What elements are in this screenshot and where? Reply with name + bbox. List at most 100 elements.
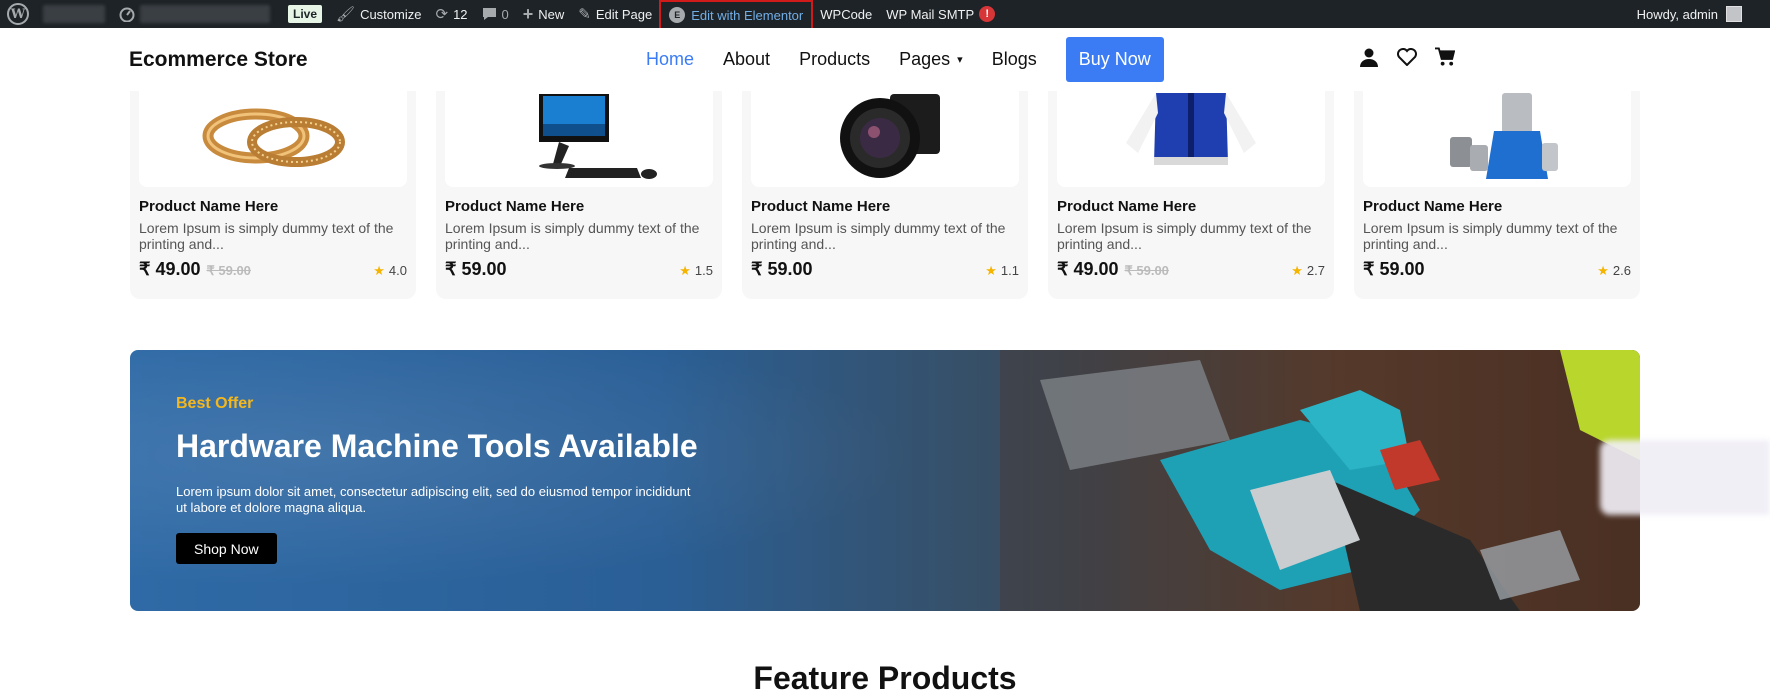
product-price: ₹ 59.00 [1363,259,1425,280]
product-card[interactable]: Product Name Here Lorem Ipsum is simply … [742,91,1028,299]
nav-home[interactable]: Home [646,49,694,70]
nav-blogs[interactable]: Blogs [992,49,1037,70]
product-description: Lorem Ipsum is simply dummy text of the … [139,220,394,252]
banner-bokeh [130,350,1030,611]
old-price: ₹ 59.00 [1124,263,1169,278]
alert-badge: ! [979,6,996,22]
edit-with-elementor-link[interactable]: E Edit with Elementor [659,0,814,30]
wp-mail-smtp-menu[interactable]: WP Mail SMTP ! [879,0,1002,28]
star-icon: ★ [679,263,691,278]
star-icon: ★ [1597,263,1609,278]
product-rating: ★ 1.1 [985,263,1019,279]
wpcode-label: WPCode [820,6,873,22]
star-icon: ★ [985,263,997,278]
product-description: Lorem Ipsum is simply dummy text of the … [751,220,1006,252]
product-name[interactable]: Product Name Here [139,198,278,215]
user-avatar [1726,6,1742,22]
current-price: ₹ 49.00 [1057,259,1119,279]
camera-icon [840,94,940,178]
product-image[interactable] [1363,91,1631,187]
shop-now-button[interactable]: Shop Now [176,533,277,564]
all-in-one-computer-icon [539,94,657,179]
product-card[interactable]: Product Name Here Lorem Ipsum is simply … [436,91,722,299]
comment-bubble-icon [482,7,497,21]
chevron-down-icon: ▾ [957,54,963,66]
jacket-icon [1126,93,1256,165]
updates-icon: ⟳ [435,5,449,23]
rating-value: 2.6 [1612,263,1631,278]
rating-value: 1.1 [1000,263,1019,278]
product-price: ₹ 49.00 ₹ 59.00 [139,259,251,280]
edit-with-elementor-label: Edit with Elementor [691,7,804,23]
product-price: ₹ 59.00 [751,259,813,280]
rating-value: 2.7 [1306,263,1325,278]
product-image[interactable] [1057,91,1325,187]
product-price: ₹ 49.00 ₹ 59.00 [1057,259,1169,280]
dashboard-menu[interactable] [112,0,277,28]
product-card[interactable]: Product Name Here Lorem Ipsum is simply … [130,91,416,299]
plus-icon: + [522,4,534,24]
star-icon: ★ [1291,263,1303,278]
elementor-icon: E [669,7,686,23]
wpcode-menu[interactable]: WPCode [813,0,879,28]
current-price: ₹ 59.00 [1363,259,1425,279]
user-account-icon[interactable] [1359,46,1379,68]
wishlist-heart-icon[interactable] [1397,46,1417,68]
new-label: New [538,6,565,22]
wordpress-logo-icon: W [7,3,29,25]
edit-page-label: Edit Page [595,6,653,22]
pencil-icon: ✎ [578,5,591,23]
product-description: Lorem Ipsum is simply dummy text of the … [1057,220,1312,252]
product-rating: ★ 4.0 [373,263,407,279]
current-price: ₹ 59.00 [751,259,813,279]
product-description: Lorem Ipsum is simply dummy text of the … [1363,220,1618,252]
wp-admin-bar: W Live 🖌 Customize ⟳ 12 0 + New ✎ Edit P… [0,0,1770,30]
nav-pages[interactable]: Pages ▾ [899,49,963,70]
rating-value: 1.5 [694,263,713,278]
banner-text: Lorem ipsum dolor sit amet, consectetur … [176,484,691,515]
current-price: ₹ 49.00 [139,259,201,279]
live-status[interactable]: Live [277,0,329,28]
feature-products-heading: Feature Products [753,660,1017,696]
site-brand[interactable]: Ecommerce Store [129,48,308,72]
gold-rings-icon [202,108,345,167]
paintbrush-icon: 🖌 [336,5,356,23]
product-card[interactable]: Product Name Here Lorem Ipsum is simply … [1048,91,1334,299]
comments-count: 0 [501,6,509,22]
product-rating: ★ 2.7 [1291,263,1325,279]
customize-link[interactable]: 🖌 Customize [329,0,428,28]
wp-logo-menu[interactable]: W [0,0,36,28]
nav-products[interactable]: Products [799,49,870,70]
product-name[interactable]: Product Name Here [1057,198,1196,215]
my-account-menu[interactable]: Howdy, admin [1637,6,1770,22]
nav-pages-label: Pages [899,49,951,69]
banner-title: Hardware Machine Tools Available [176,428,698,464]
product-name[interactable]: Product Name Here [751,198,890,215]
updates-count: 12 [453,6,468,22]
comments-link[interactable]: 0 [475,0,516,28]
site-name-menu[interactable] [36,0,112,28]
product-description: Lorem Ipsum is simply dummy text of the … [445,220,700,252]
product-rating: ★ 2.6 [1597,263,1631,279]
customize-label: Customize [360,6,422,22]
product-card[interactable]: Product Name Here Lorem Ipsum is simply … [1354,91,1640,299]
updates-link[interactable]: ⟳ 12 [428,0,474,28]
nav-about[interactable]: About [723,49,770,70]
live-badge: Live [288,5,323,23]
product-name[interactable]: Product Name Here [445,198,584,215]
cart-icon[interactable] [1435,46,1455,68]
dashboard-gauge-icon [119,6,135,22]
blurred-floating-widget[interactable] [1600,440,1770,515]
banner-eyebrow: Best Offer [176,395,254,412]
wp-mail-smtp-label: WP Mail SMTP [886,6,975,22]
product-image[interactable] [751,91,1019,187]
new-content-menu[interactable]: + New [516,0,572,28]
product-name[interactable]: Product Name Here [1363,198,1502,215]
edit-page-link[interactable]: ✎ Edit Page [571,0,659,28]
main-nav: Home About Products Pages ▾ Blogs Buy No… [646,28,1164,91]
buy-now-button[interactable]: Buy Now [1065,37,1164,82]
howdy-greeting: Howdy, admin [1636,6,1718,22]
power-drill-image [1000,350,1640,611]
product-image[interactable] [139,91,407,187]
product-image[interactable] [445,91,713,187]
